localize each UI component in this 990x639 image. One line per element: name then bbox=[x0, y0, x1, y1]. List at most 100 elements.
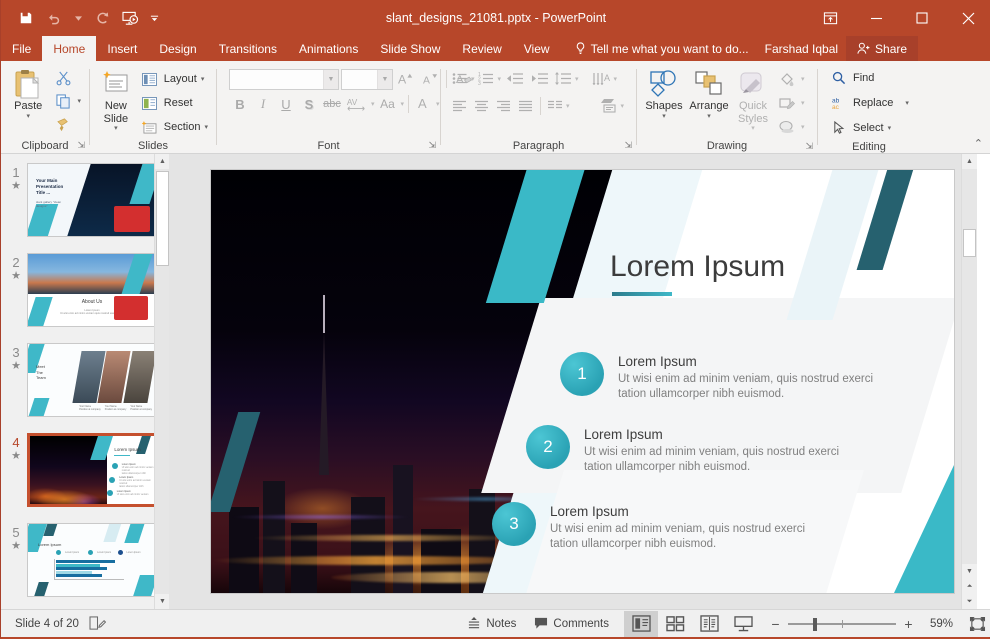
quick-styles-dropdown-icon[interactable]: ▾ bbox=[751, 125, 755, 133]
align-left-button[interactable] bbox=[449, 95, 470, 116]
align-center-button[interactable] bbox=[471, 95, 492, 116]
minimize-icon[interactable] bbox=[853, 0, 899, 36]
section-dropdown-icon[interactable]: ▾ bbox=[204, 123, 208, 131]
find-button[interactable]: Find bbox=[826, 67, 877, 89]
scrollbar-thumb[interactable] bbox=[963, 229, 976, 257]
slide-sorter-view-button[interactable] bbox=[658, 611, 692, 637]
collapse-ribbon-button[interactable]: ⌃ bbox=[974, 137, 983, 150]
shapes-button[interactable]: Shapes ▾ bbox=[642, 65, 686, 121]
shape-effects-dropdown-icon[interactable]: ▾ bbox=[801, 123, 805, 131]
reading-view-button[interactable] bbox=[692, 611, 726, 637]
tab-animations[interactable]: Animations bbox=[288, 36, 369, 61]
tab-design[interactable]: Design bbox=[148, 36, 207, 61]
slide-canvas[interactable]: Lorem Ipsum 1 Lorem Ipsum Ut wisi enim a… bbox=[210, 169, 955, 594]
numbering-button[interactable]: 123 bbox=[476, 68, 497, 89]
line-spacing-dropdown-icon[interactable]: ▾ bbox=[575, 75, 579, 83]
redo-button[interactable] bbox=[89, 5, 115, 31]
thumbnail-preview[interactable]: Lorem Ipsum Lorem Ipsum Lorem Ipsum Lore… bbox=[27, 523, 157, 597]
notes-button[interactable]: Notes bbox=[458, 610, 525, 638]
shape-fill-dropdown-icon[interactable]: ▾ bbox=[801, 75, 805, 83]
zoom-slider[interactable] bbox=[788, 617, 896, 631]
strikethrough-button[interactable]: abc bbox=[321, 93, 343, 115]
select-dropdown-icon[interactable]: ▾ bbox=[888, 124, 892, 132]
tab-slide-show[interactable]: Slide Show bbox=[369, 36, 451, 61]
undo-dropdown-icon[interactable] bbox=[69, 5, 87, 31]
scroll-down-arrow-icon[interactable]: ▼ bbox=[155, 594, 169, 609]
underline-button[interactable]: U bbox=[275, 93, 297, 115]
share-button[interactable]: Share bbox=[846, 36, 918, 61]
tab-transitions[interactable]: Transitions bbox=[208, 36, 288, 61]
numbering-dropdown-icon[interactable]: ▾ bbox=[498, 75, 502, 83]
tab-file[interactable]: File bbox=[1, 36, 42, 61]
cut-button[interactable] bbox=[50, 67, 84, 89]
increase-list-level-button[interactable] bbox=[527, 68, 551, 89]
user-account-name[interactable]: Farshad Iqbal bbox=[757, 36, 846, 61]
format-painter-button[interactable] bbox=[50, 113, 84, 135]
font-name-dropdown-icon[interactable]: ▼ bbox=[323, 70, 338, 89]
bold-button[interactable]: B bbox=[229, 93, 251, 115]
shapes-dropdown-icon[interactable]: ▾ bbox=[662, 113, 666, 121]
slide-show-view-button[interactable] bbox=[726, 611, 760, 637]
normal-view-button[interactable] bbox=[624, 611, 658, 637]
thumbnail-slide-2[interactable]: 2 ★ About Us Lorem IpsumUt wisi enim ad … bbox=[1, 244, 169, 334]
shape-outline-button[interactable]: ▾ bbox=[774, 92, 808, 114]
thumbnail-slide-3[interactable]: 3 ★ MeetTheTeam Your NamePosition at com… bbox=[1, 334, 169, 424]
slide-bullet-3[interactable]: 3 Lorem Ipsum Ut wisi enim ad minim veni… bbox=[492, 502, 827, 552]
columns-dropdown-icon[interactable]: ▾ bbox=[566, 102, 570, 110]
font-color-dropdown-icon[interactable]: ▾ bbox=[436, 100, 440, 108]
scroll-up-arrow-icon[interactable]: ▲ bbox=[155, 154, 169, 169]
font-size-dropdown-icon[interactable]: ▼ bbox=[377, 70, 392, 89]
columns-button[interactable] bbox=[545, 95, 565, 116]
layout-dropdown-icon[interactable]: ▾ bbox=[201, 75, 205, 83]
maximize-icon[interactable] bbox=[899, 0, 945, 36]
zoom-slider-handle[interactable] bbox=[813, 618, 817, 631]
italic-button[interactable]: I bbox=[252, 93, 274, 115]
scroll-down-arrow-icon[interactable]: ▼ bbox=[962, 564, 977, 579]
close-icon[interactable] bbox=[945, 0, 990, 36]
quick-styles-button[interactable]: Quick Styles ▾ bbox=[732, 65, 774, 133]
shape-effects-button[interactable]: ▾ bbox=[774, 116, 808, 138]
thumbnail-pane-scrollbar[interactable]: ▲ ▼ bbox=[154, 154, 169, 609]
justify-button[interactable] bbox=[515, 95, 536, 116]
increase-font-size-button[interactable]: A bbox=[395, 68, 417, 90]
line-spacing-button[interactable] bbox=[552, 68, 574, 89]
new-slide-button[interactable]: New Slide ▾ bbox=[95, 65, 137, 133]
previous-slide-button[interactable]: ⏶ bbox=[962, 579, 977, 594]
thumbnail-preview[interactable]: About Us Lorem IpsumUt wisi enim ad mini… bbox=[27, 253, 157, 327]
thumbnail-slide-1[interactable]: 1 ★ Your MainPresentationTitle ... slant… bbox=[1, 154, 169, 244]
change-case-dropdown-icon[interactable]: ▾ bbox=[401, 100, 405, 108]
character-spacing-dropdown-icon[interactable]: ▾ bbox=[371, 100, 375, 108]
slide-title[interactable]: Lorem Ipsum bbox=[610, 250, 785, 284]
text-direction-dropdown-icon[interactable]: ▾ bbox=[614, 75, 618, 83]
paste-button[interactable]: Paste ▾ bbox=[6, 65, 50, 121]
copy-button[interactable]: ▾ bbox=[50, 90, 84, 112]
slide-counter[interactable]: Slide 4 of 20 bbox=[15, 618, 79, 630]
shape-outline-dropdown-icon[interactable]: ▾ bbox=[801, 99, 805, 107]
tab-review[interactable]: Review bbox=[451, 36, 512, 61]
slide-thumbnail-pane[interactable]: 1 ★ Your MainPresentationTitle ... slant… bbox=[1, 154, 169, 609]
scrollbar-track[interactable] bbox=[962, 169, 977, 564]
decrease-font-size-button[interactable]: A bbox=[419, 68, 441, 90]
accessibility-checker-icon[interactable] bbox=[89, 616, 106, 631]
font-dialog-launcher[interactable]: ⇲ bbox=[428, 140, 436, 151]
tab-insert[interactable]: Insert bbox=[96, 36, 148, 61]
canvas-scrollbar[interactable]: ▲ ▼ ⏶ ⏷ bbox=[961, 154, 976, 609]
shape-fill-button[interactable]: ▾ bbox=[774, 68, 808, 90]
comments-button[interactable]: Comments bbox=[525, 610, 618, 638]
zoom-percentage[interactable]: 59% bbox=[921, 618, 953, 630]
scroll-up-arrow-icon[interactable]: ▲ bbox=[962, 154, 977, 169]
thumbnail-slide-4[interactable]: 4 ★ Lorem Ipsum Lorem IpsumUt wisi enim … bbox=[1, 424, 169, 514]
drawing-dialog-launcher[interactable]: ⇲ bbox=[805, 141, 813, 152]
text-direction-button[interactable]: A bbox=[590, 68, 614, 89]
text-shadow-button[interactable]: S bbox=[298, 93, 320, 115]
character-spacing-button[interactable]: AV bbox=[344, 93, 370, 115]
zoom-out-button[interactable]: − bbox=[770, 616, 781, 632]
font-name-combo[interactable]: ▼ bbox=[229, 69, 339, 90]
arrange-button[interactable]: Arrange ▾ bbox=[686, 65, 732, 121]
arrange-dropdown-icon[interactable]: ▾ bbox=[707, 113, 711, 121]
scrollbar-thumb[interactable] bbox=[156, 171, 169, 266]
scrollbar-track[interactable] bbox=[155, 169, 169, 594]
section-button[interactable]: Section ▾ bbox=[137, 116, 211, 138]
paste-dropdown-icon[interactable]: ▾ bbox=[26, 113, 30, 121]
layout-button[interactable]: Layout ▾ bbox=[137, 68, 211, 90]
